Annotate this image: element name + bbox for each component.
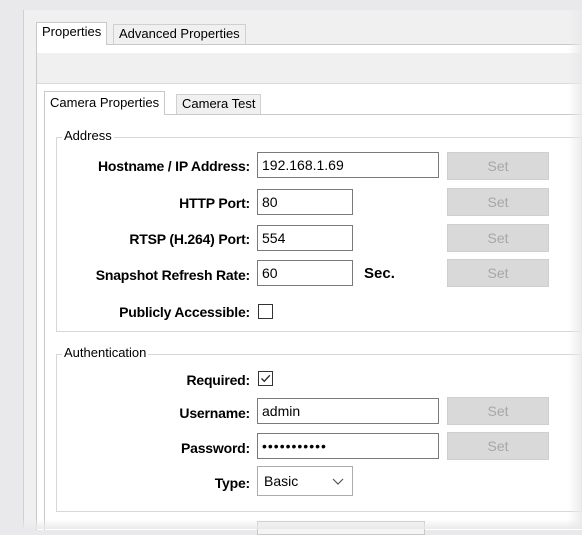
authentication-group-title: Authentication	[62, 345, 149, 361]
address-group-title: Address	[62, 128, 114, 144]
auth-type-value: Basic	[264, 473, 299, 489]
set-http-port-button[interactable]: Set	[447, 188, 549, 216]
tab-camera-test[interactable]: Camera Test	[176, 94, 262, 114]
chevron-down-icon	[332, 478, 344, 485]
auth-type-select[interactable]: Basic	[257, 466, 353, 496]
password-input[interactable]: •••••••••••	[257, 433, 439, 459]
snapshot-rate-unit: Sec.	[364, 265, 395, 282]
rtsp-port-input[interactable]: 554	[257, 225, 353, 251]
http-port-input[interactable]: 80	[257, 189, 353, 215]
set-rtsp-port-button[interactable]: Set	[447, 224, 549, 252]
hostname-input[interactable]: 192.168.1.69	[257, 152, 439, 178]
set-username-button[interactable]: Set	[447, 397, 549, 425]
tab-properties[interactable]: Properties	[36, 22, 108, 45]
toolbar-strip	[37, 53, 582, 84]
set-snapshot-rate-button[interactable]: Set	[447, 259, 549, 287]
username-label: Username:	[179, 405, 250, 421]
checkmark-icon	[261, 374, 271, 383]
http-port-label: HTTP Port:	[179, 195, 250, 211]
set-hostname-button[interactable]: Set	[447, 152, 549, 180]
hostname-label: Hostname / IP Address:	[98, 158, 250, 174]
tab-camera-properties[interactable]: Camera Properties	[44, 91, 166, 115]
publicly-accessible-label: Publicly Accessible:	[119, 304, 250, 320]
publicly-accessible-checkbox[interactable]	[258, 304, 273, 319]
password-label: Password:	[181, 440, 250, 456]
set-password-button[interactable]: Set	[447, 432, 549, 460]
rtsp-port-label: RTSP (H.264) Port:	[129, 231, 250, 247]
auth-type-label: Type:	[214, 475, 251, 491]
auth-required-checkbox[interactable]	[258, 371, 273, 386]
auth-required-label: Required:	[186, 372, 250, 388]
snapshot-rate-input[interactable]: 60	[257, 260, 353, 286]
username-input[interactable]: admin	[257, 398, 439, 424]
tab-advanced-properties[interactable]: Advanced Properties	[113, 24, 246, 44]
snapshot-rate-label: Snapshot Refresh Rate:	[95, 267, 250, 283]
partial-control	[257, 521, 425, 535]
